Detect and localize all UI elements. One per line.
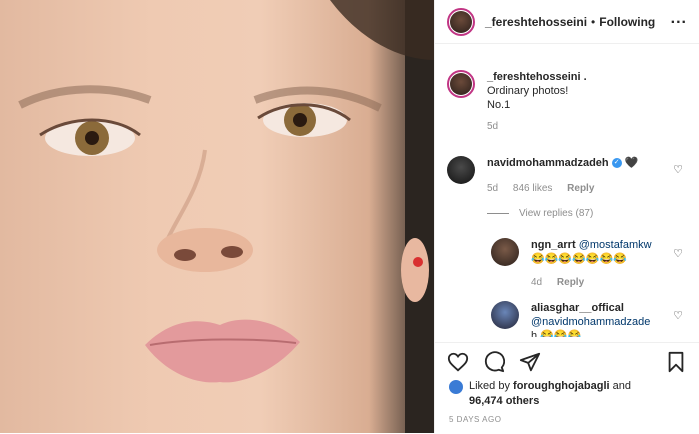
post-photo[interactable]: [0, 0, 434, 433]
caption-age: 5d: [487, 121, 499, 132]
reply-mention[interactable]: @navidmohammadzade: [531, 316, 650, 328]
commenter-avatar[interactable]: [447, 156, 475, 184]
header-separator: •: [591, 14, 596, 29]
reply-button[interactable]: Reply: [567, 183, 594, 194]
likes-summary: Liked by foroughghojabagli and 96,474 ot…: [449, 379, 631, 409]
caption-username[interactable]: _fereshtehosseini .: [487, 70, 587, 84]
liker-username[interactable]: foroughghojabagli: [513, 380, 610, 392]
like-reply-heart-icon[interactable]: ♡: [673, 247, 683, 260]
face-photo-illustration: [18, 0, 434, 433]
more-options-icon[interactable]: ...: [671, 10, 687, 28]
caption-avatar[interactable]: [447, 70, 475, 98]
comment-text: 🖤: [624, 157, 639, 169]
view-replies-label: View replies (87): [519, 208, 594, 219]
reply-text: h 😂😂😂: [531, 330, 582, 337]
comment-icon[interactable]: [483, 351, 505, 373]
replier-avatar[interactable]: [491, 301, 519, 329]
comment-item: navidmohammadzadeh ✓ 🖤 5d 846 likes Reply: [447, 156, 699, 196]
comment-age: 5d: [487, 183, 499, 194]
comments-panel: _fereshtehosseini • Following ... _feres…: [434, 0, 699, 433]
reply-item: ngn_arrt @mostafamkw 😂😂😂😂😂😂😂 4d Reply: [491, 238, 652, 290]
post-actions: Liked by foroughghojabagli and 96,474 ot…: [435, 342, 699, 434]
reply-username[interactable]: ngn_arrt: [531, 239, 576, 251]
caption-line-2: No.1: [487, 99, 511, 111]
share-icon[interactable]: [519, 351, 541, 373]
liker-avatar[interactable]: [449, 380, 463, 394]
liked-by-prefix: Liked by: [469, 380, 510, 392]
comment-likes[interactable]: 846 likes: [513, 183, 552, 194]
verified-icon: ✓: [611, 158, 622, 169]
reply-username[interactable]: aliasghar__offical: [531, 302, 624, 314]
post-caption: _fereshtehosseini . Ordinary photos! No.…: [447, 70, 587, 134]
reply-text: 😂😂😂😂😂😂😂: [531, 253, 627, 265]
caption-line-1: Ordinary photos!: [487, 85, 569, 97]
liked-and: and: [612, 380, 632, 392]
like-reply-heart-icon[interactable]: ♡: [673, 309, 683, 322]
author-avatar[interactable]: [447, 7, 475, 36]
comment-username[interactable]: navidmohammadzadeh: [487, 157, 609, 169]
reply-mention[interactable]: @mostafamkw: [579, 239, 652, 251]
author-username[interactable]: _fereshtehosseini: [485, 15, 587, 29]
save-bookmark-icon[interactable]: [665, 351, 687, 373]
like-heart-icon[interactable]: [447, 351, 469, 373]
reply-button[interactable]: Reply: [557, 277, 584, 288]
post-time-ago: 5 DAYS AGO: [449, 415, 502, 424]
following-button[interactable]: Following: [599, 15, 655, 29]
likes-others-count[interactable]: 96,474 others: [469, 395, 539, 407]
like-comment-heart-icon[interactable]: ♡: [673, 163, 683, 176]
replier-avatar[interactable]: [491, 238, 519, 266]
reply-age: 4d: [531, 277, 543, 288]
view-replies-button[interactable]: View replies (87): [487, 208, 593, 219]
post-header: _fereshtehosseini • Following ...: [435, 0, 699, 44]
reply-item: aliasghar__offical @navidmohammadzade h …: [491, 301, 650, 337]
